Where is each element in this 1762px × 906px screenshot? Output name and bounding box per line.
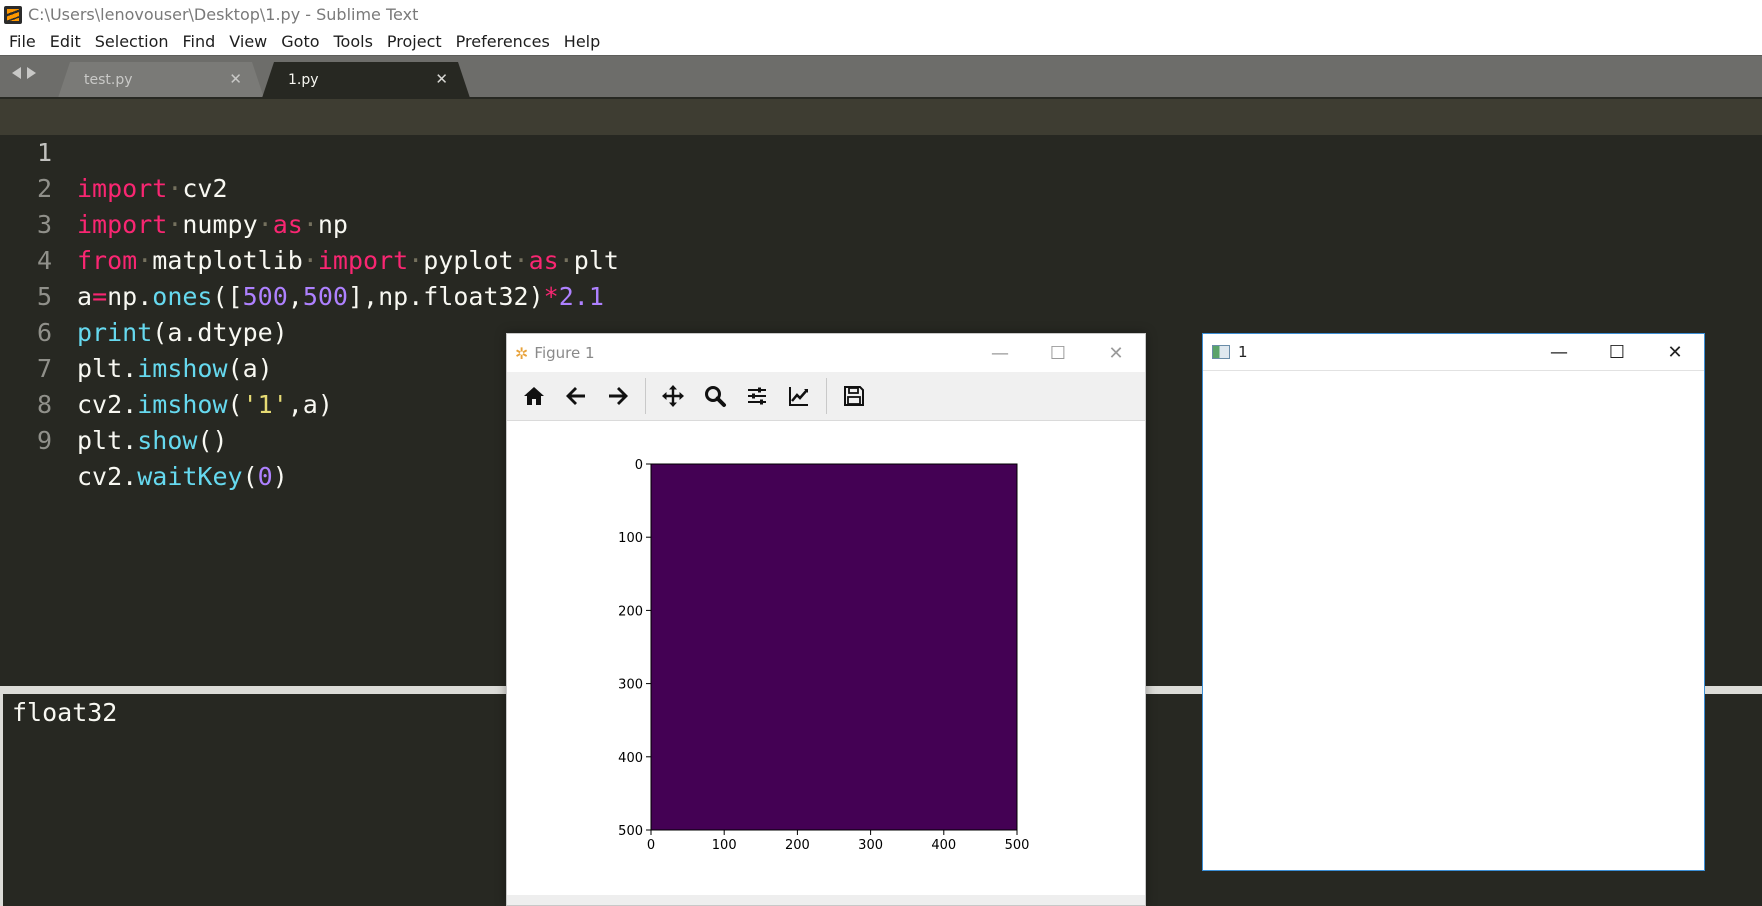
subplots-config-icon[interactable] (736, 375, 778, 417)
figure-status-bar (507, 895, 1145, 905)
figure-title-bar[interactable]: ✲ Figure 1 — ☐ ✕ (507, 334, 1145, 372)
plot-area: 0 100 200 300 400 500 0 100 200 300 400 500 (618, 458, 1030, 853)
code-line[interactable]: 5 print(a.dtype) (0, 243, 1762, 347)
y-tick-label: 500 (618, 824, 643, 839)
x-tick-label: 400 (931, 838, 956, 853)
menu-find[interactable]: Find (176, 29, 223, 55)
x-tick-label: 300 (858, 838, 883, 853)
y-tick-label: 0 (635, 458, 643, 473)
figure-toolbar (507, 372, 1145, 421)
menu-selection[interactable]: Selection (88, 29, 176, 55)
menu-file[interactable]: File (2, 29, 43, 55)
menu-tools[interactable]: Tools (327, 29, 380, 55)
heatmap-image (651, 464, 1017, 830)
opencv-image-area[interactable] (1203, 371, 1704, 870)
tab-next-icon[interactable] (27, 67, 36, 79)
figure-window[interactable]: ✲ Figure 1 — ☐ ✕ 0 100 200 300 400 500 0… (506, 333, 1146, 906)
console-output: float32 (12, 698, 118, 727)
x-tick-label: 100 (712, 838, 737, 853)
close-icon[interactable]: ✕ (1087, 334, 1145, 372)
menu-bar: File Edit Selection Find View Goto Tools… (0, 29, 1762, 55)
tab-label: test.py (84, 72, 133, 88)
pan-icon[interactable] (652, 375, 694, 417)
menu-view[interactable]: View (222, 29, 274, 55)
code-line[interactable]: 1 import·cv2 (0, 99, 1762, 203)
menu-edit[interactable]: Edit (43, 29, 88, 55)
code-line[interactable]: 6 plt.imshow(a) (0, 279, 1762, 383)
tab-bar: test.py ✕ 1.py ✕ (0, 55, 1762, 98)
code-line[interactable]: 4 a=np.ones([500,500],np.float32)*2.1 (0, 207, 1762, 311)
matplotlib-icon: ✲ (515, 343, 529, 363)
code-text: plt.show() (77, 426, 228, 455)
y-tick-label: 200 (618, 604, 643, 619)
y-tick-label: 100 (618, 531, 643, 546)
code-line[interactable]: 2 import·numpy·as·np (0, 135, 1762, 239)
x-tick-label: 0 (647, 838, 655, 853)
tab-close-icon[interactable]: ✕ (435, 72, 448, 87)
minimize-icon[interactable]: — (1530, 334, 1588, 371)
close-icon[interactable]: ✕ (1646, 334, 1704, 371)
save-icon[interactable] (833, 375, 875, 417)
line-number: 9 (36, 426, 52, 455)
code-text: cv2.waitKey(0) (77, 462, 288, 491)
window-title: C:\Users\lenovouser\Desktop\1.py - Subli… (28, 5, 419, 24)
figure-title: Figure 1 (534, 344, 595, 362)
tab-prev-icon[interactable] (12, 67, 21, 79)
menu-preferences[interactable]: Preferences (449, 29, 557, 55)
menu-project[interactable]: Project (380, 29, 449, 55)
minimize-icon[interactable]: — (971, 334, 1029, 372)
back-icon[interactable] (555, 375, 597, 417)
toolbar-separator (645, 378, 646, 414)
home-icon[interactable] (513, 375, 555, 417)
y-tick-label: 400 (618, 751, 643, 766)
sublime-text-icon (4, 5, 22, 24)
menu-help[interactable]: Help (557, 29, 607, 55)
title-bar: C:\Users\lenovouser\Desktop\1.py - Subli… (0, 0, 1762, 29)
edit-axes-icon[interactable] (778, 375, 820, 417)
x-tick-label: 500 (1005, 838, 1030, 853)
maximize-icon[interactable]: ☐ (1588, 334, 1646, 371)
opencv-window[interactable]: 1 — ☐ ✕ (1202, 333, 1705, 871)
figure-canvas[interactable]: 0 100 200 300 400 500 0 100 200 300 400 500 (507, 422, 1145, 905)
tab-close-icon[interactable]: ✕ (229, 72, 242, 87)
tab-test-py[interactable]: test.py ✕ (58, 62, 264, 98)
code-line[interactable]: 3 from·matplotlib·import·pyplot·as·plt (0, 171, 1762, 275)
x-tick-label: 200 (785, 838, 810, 853)
toolbar-separator (826, 378, 827, 414)
tab-1-py[interactable]: 1.py ✕ (262, 62, 470, 98)
opencv-window-icon (1212, 345, 1230, 359)
zoom-icon[interactable] (694, 375, 736, 417)
forward-icon[interactable] (597, 375, 639, 417)
opencv-title-bar[interactable]: 1 — ☐ ✕ (1203, 334, 1704, 371)
opencv-title: 1 (1238, 343, 1248, 361)
menu-goto[interactable]: Goto (274, 29, 326, 55)
maximize-icon[interactable]: ☐ (1029, 334, 1087, 372)
tab-navigation (12, 67, 36, 79)
y-tick-label: 300 (618, 678, 643, 693)
tab-label: 1.py (288, 72, 319, 88)
